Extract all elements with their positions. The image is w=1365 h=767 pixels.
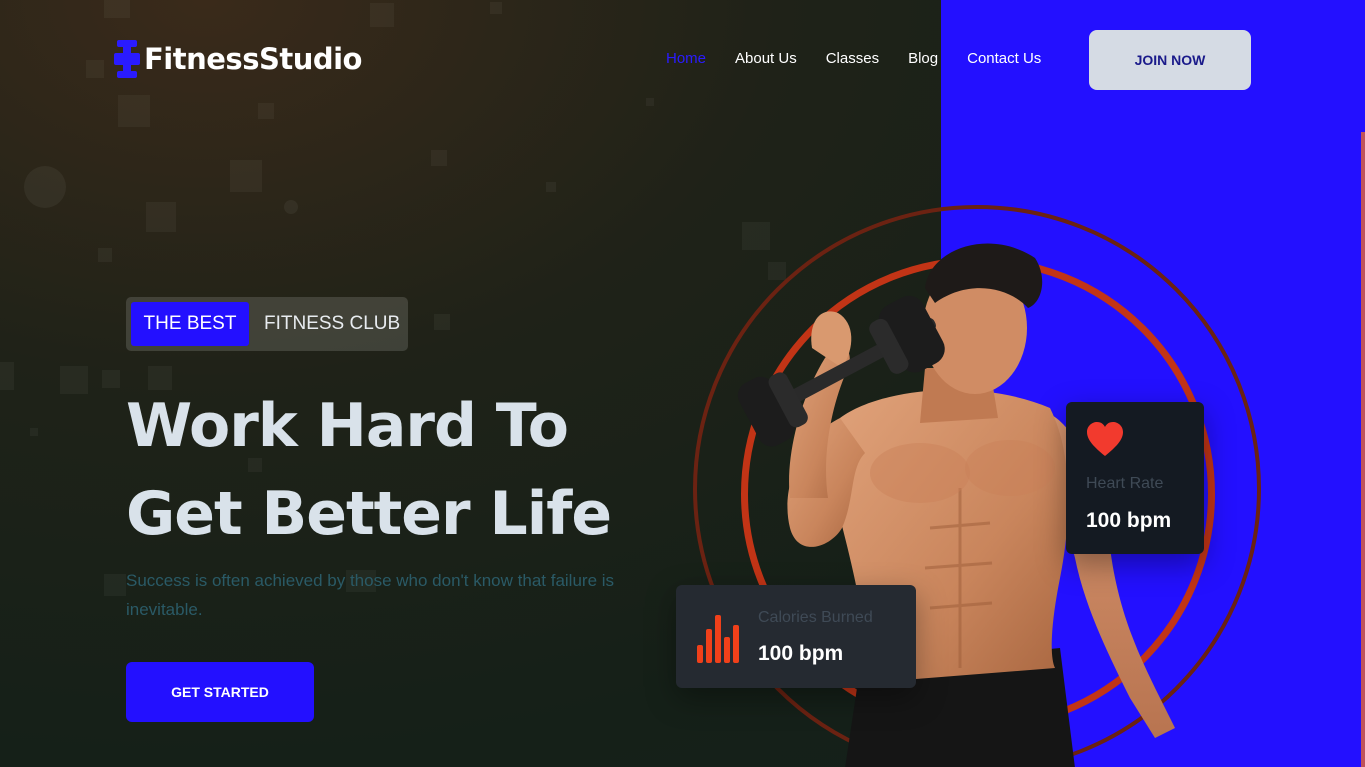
decor-square [230, 160, 262, 192]
calories-card: Calories Burned 100 bpm [676, 585, 916, 688]
decor-square [434, 314, 450, 330]
decor-square [104, 0, 130, 18]
decor-square [118, 95, 150, 127]
decor-square [30, 428, 38, 436]
nav-contact-us[interactable]: Contact Us [967, 48, 1041, 70]
badge-text: FITNESS CLUB [264, 313, 401, 334]
decor-square [370, 3, 394, 27]
hero-badge: THE BEST FITNESS CLUB [126, 297, 408, 351]
brand-name: FitnessStudio [144, 42, 362, 76]
calories-value: 100 bpm [758, 642, 844, 665]
decor-square [258, 103, 274, 119]
heart-rate-value: 100 bpm [1086, 509, 1172, 532]
nav-about-us[interactable]: About Us [735, 48, 797, 70]
decor-circle [284, 200, 298, 214]
heart-rate-card: Heart Rate 100 bpm [1066, 402, 1204, 554]
logo[interactable]: FitnessStudio [114, 38, 362, 80]
heart-icon [1087, 422, 1123, 456]
decor-square [490, 2, 502, 14]
decor-square [60, 366, 88, 394]
decor-square [546, 182, 556, 192]
edge-accent-line [1361, 132, 1365, 767]
main-nav: Home About Us Classes Blog Contact Us [666, 48, 1070, 70]
calories-label: Calories Burned [758, 609, 873, 626]
hero-title-line-2: Get Better Life [126, 479, 612, 549]
nav-blog[interactable]: Blog [908, 48, 938, 70]
decor-square [104, 574, 126, 596]
nav-home[interactable]: Home [666, 48, 706, 70]
decor-square [431, 150, 447, 166]
nav-classes[interactable]: Classes [826, 48, 879, 70]
decor-square [86, 60, 104, 78]
hero-title: Work Hard To Get Better Life [126, 382, 612, 558]
dumbbell-icon [114, 40, 140, 78]
badge-highlight: THE BEST [131, 302, 249, 346]
hero-subtitle: Success is often achieved by those who d… [126, 571, 615, 619]
decor-square [98, 248, 112, 262]
join-now-button[interactable]: JOIN NOW [1089, 30, 1251, 90]
decor-square [0, 362, 14, 390]
hero-page: FitnessStudio Home About Us Classes Blog… [0, 0, 1365, 767]
get-started-button[interactable]: GET STARTED [126, 662, 314, 722]
decor-square [646, 98, 654, 106]
decor-square [102, 370, 120, 388]
decor-circle [24, 166, 66, 208]
heart-rate-label: Heart Rate [1086, 475, 1164, 492]
hero-title-line-1: Work Hard To [126, 391, 569, 461]
decor-square [146, 202, 176, 232]
bar-chart-icon [697, 615, 739, 663]
